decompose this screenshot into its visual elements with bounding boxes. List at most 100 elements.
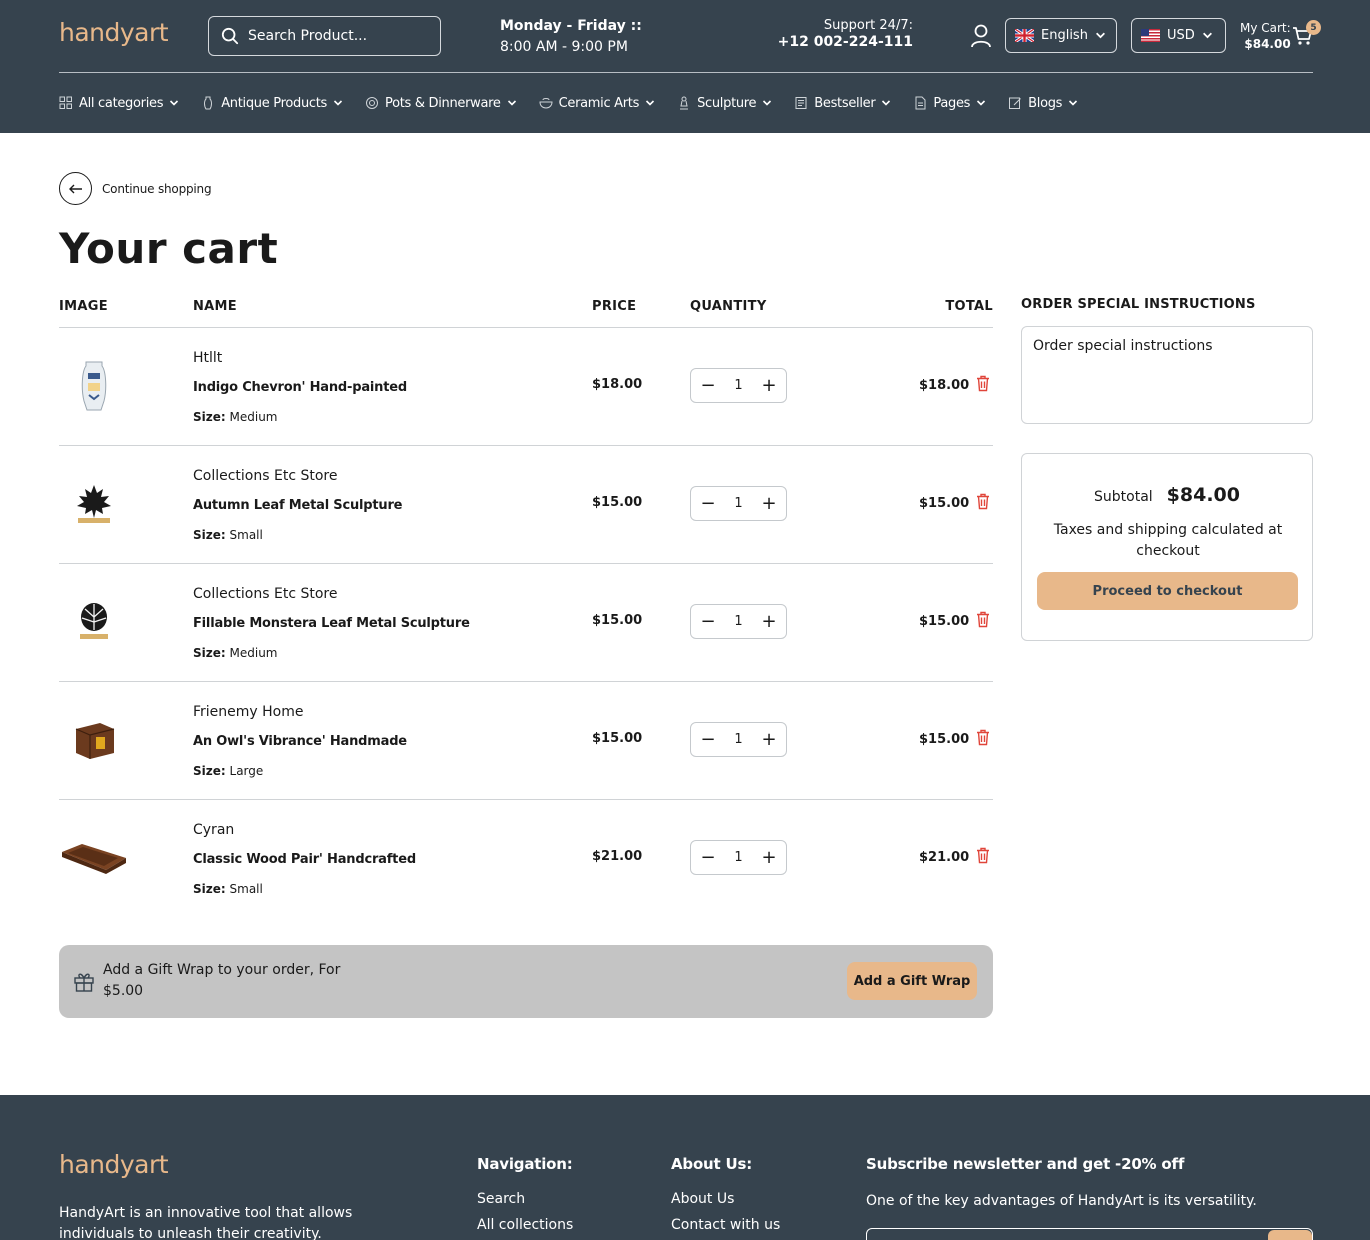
wooden-box-product-thumbnail[interactable] [59, 712, 129, 768]
nav-item-pages[interactable]: Pages [913, 96, 986, 111]
quantity-value[interactable]: 1 [734, 378, 742, 393]
footer-logo[interactable]: handyart [59, 1150, 169, 1179]
gift-wrap-text: Add a Gift Wrap to your order, For $5.00 [103, 960, 340, 1002]
search-box[interactable] [208, 16, 441, 56]
chevron-down-icon [333, 100, 343, 106]
hours-times: 8:00 AM - 9:00 PM [500, 39, 628, 55]
nav-item-blogs[interactable]: Blogs [1008, 96, 1078, 111]
newsletter-email-input[interactable] [866, 1228, 1313, 1240]
trash-icon[interactable] [976, 611, 990, 628]
size-label: Size: [193, 764, 226, 778]
increase-quantity-button[interactable]: + [761, 494, 777, 513]
footer-link-contact[interactable]: Contact with us [671, 1217, 780, 1233]
quantity-value[interactable]: 1 [734, 614, 742, 629]
newsletter-submit-button[interactable] [1268, 1230, 1312, 1240]
maple-leaf-product-thumbnail[interactable] [59, 476, 129, 532]
monstera-leaf-product-thumbnail[interactable] [59, 594, 129, 650]
product-name[interactable]: Indigo Chevron' Hand-painted [193, 380, 407, 395]
nav-item-sculpture[interactable]: Sculpture [677, 96, 772, 111]
footer-link-about-us[interactable]: About Us [671, 1191, 780, 1207]
quantity-value[interactable]: 1 [734, 850, 742, 865]
increase-quantity-button[interactable]: + [761, 612, 777, 631]
book-icon [795, 97, 807, 109]
quantity-value[interactable]: 1 [734, 732, 742, 747]
unit-price: $15.00 [592, 495, 643, 510]
unit-price: $21.00 [592, 849, 643, 864]
size-label: Size: [193, 882, 226, 896]
nav-label: All categories [79, 95, 164, 111]
quantity-value[interactable]: 1 [734, 496, 742, 511]
support-phone[interactable]: +12 002-224-111 [760, 34, 913, 51]
product-name[interactable]: Autumn Leaf Metal Sculpture [193, 498, 402, 513]
subtotal-amount: $84.00 [1166, 484, 1240, 506]
size-value: Medium [229, 410, 278, 424]
header-divider [59, 72, 1313, 73]
chevron-down-icon [645, 100, 655, 106]
decrease-quantity-button[interactable]: − [700, 376, 716, 395]
nav-item-pots-dinnerware[interactable]: Pots & Dinnerware [365, 96, 517, 111]
vase-product-thumbnail[interactable] [59, 358, 129, 414]
site-logo[interactable]: handyart [59, 18, 169, 47]
special-instructions-textarea[interactable] [1021, 326, 1313, 424]
product-name[interactable]: Classic Wood Pair' Handcrafted [193, 852, 416, 867]
nav-label: Bestseller [814, 95, 876, 111]
support-label: Support 24/7: [823, 18, 913, 33]
size-value: Small [229, 528, 263, 542]
currency-label: USD [1167, 28, 1195, 43]
trash-icon[interactable] [976, 493, 990, 510]
search-input[interactable] [248, 28, 428, 44]
increase-quantity-button[interactable]: + [761, 376, 777, 395]
decrease-quantity-button[interactable]: − [700, 848, 716, 867]
chevron-down-icon [507, 100, 516, 106]
nav-label: Pages [933, 95, 971, 111]
chevron-down-icon [170, 100, 179, 106]
add-gift-wrap-button[interactable]: Add a Gift Wrap [847, 962, 977, 1000]
increase-quantity-button[interactable]: + [761, 730, 777, 749]
unit-price: $15.00 [592, 731, 643, 746]
decrease-quantity-button[interactable]: − [700, 730, 716, 749]
size-label: Size: [193, 410, 226, 424]
chevron-down-icon [763, 100, 772, 106]
user-account-icon[interactable] [970, 24, 992, 48]
trash-icon[interactable] [976, 375, 990, 392]
unit-price: $15.00 [592, 613, 643, 628]
product-vendor: Cyran [193, 822, 235, 838]
product-name[interactable]: An Owl's Vibrance' Handmade [193, 734, 407, 749]
line-total: $15.00 [919, 732, 970, 747]
footer-link-search[interactable]: Search [477, 1191, 573, 1207]
vase-icon [204, 96, 213, 110]
quantity-stepper: − 1 + [690, 722, 787, 757]
chevron-down-icon [882, 100, 891, 106]
nav-label: Ceramic Arts [558, 95, 640, 111]
cart-row: Frienemy Home An Owl's Vibrance' Handmad… [59, 682, 993, 800]
size-label: Size: [193, 528, 226, 542]
support-info: Support 24/7: +12 002-224-111 [760, 17, 913, 51]
nav-item-antique-products[interactable]: Antique Products [201, 96, 343, 111]
continue-shopping-link[interactable]: Continue shopping [59, 172, 212, 205]
cart-row: Collections Etc Store Fillable Monstera … [59, 564, 993, 682]
us-flag-icon [1141, 29, 1160, 42]
business-hours: Monday - Friday :: 8:00 AM - 9:00 PM [500, 16, 642, 58]
increase-quantity-button[interactable]: + [761, 848, 777, 867]
decrease-quantity-button[interactable]: − [700, 494, 716, 513]
gift-wrap-banner: Add a Gift Wrap to your order, For $5.00… [59, 945, 993, 1018]
currency-selector[interactable]: USD [1131, 18, 1226, 53]
mini-cart-summary[interactable]: My Cart: $84.00 [1240, 20, 1291, 52]
footer-link-all-collections[interactable]: All collections [477, 1217, 573, 1233]
subtotal-row: Subtotal $84.00 [1022, 484, 1312, 506]
nav-item-bestseller[interactable]: Bestseller [794, 96, 891, 111]
nav-item-all-categories[interactable]: All categories [59, 96, 179, 111]
trash-icon[interactable] [976, 729, 990, 746]
size-value: Medium [229, 646, 278, 660]
language-selector[interactable]: English [1005, 18, 1117, 53]
decrease-quantity-button[interactable]: − [700, 612, 716, 631]
trash-icon[interactable] [976, 847, 990, 864]
nav-item-ceramic-arts[interactable]: Ceramic Arts [539, 96, 655, 111]
product-name[interactable]: Fillable Monstera Leaf Metal Sculpture [193, 616, 470, 631]
cart-count-badge: 5 [1306, 20, 1321, 35]
proceed-to-checkout-button[interactable]: Proceed to checkout [1037, 572, 1298, 610]
unit-price: $18.00 [592, 377, 643, 392]
blog-icon [1009, 97, 1021, 109]
wood-tray-product-thumbnail[interactable] [59, 830, 129, 886]
footer-about-title: About Us: [671, 1155, 753, 1173]
